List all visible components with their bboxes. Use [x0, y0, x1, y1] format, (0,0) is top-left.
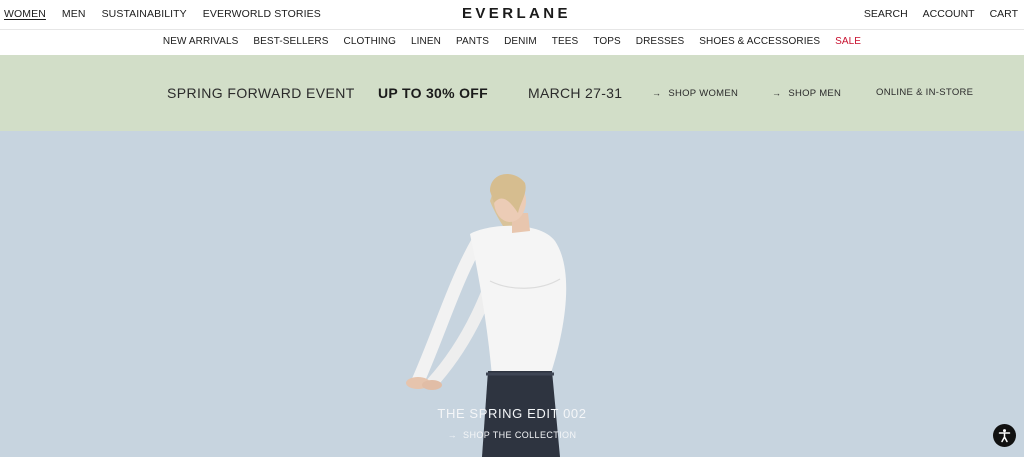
arrow-right-icon: → [652, 88, 662, 98]
accessibility-button[interactable] [993, 424, 1016, 447]
category-shoes-accessories[interactable]: SHOES & ACCESSORIES [699, 30, 820, 54]
nav-everworld-stories-link[interactable]: EVERWORLD STORIES [203, 0, 321, 29]
accessibility-icon [998, 429, 1011, 443]
arrow-right-icon: → [447, 430, 458, 440]
shop-men-label: SHOP MEN [788, 88, 842, 99]
nav-sustainability-link[interactable]: SUSTAINABILITY [102, 0, 187, 29]
category-tops[interactable]: TOPS [593, 30, 620, 54]
shop-men-link[interactable]: → SHOP MEN [772, 55, 841, 132]
category-dresses[interactable]: DRESSES [636, 30, 685, 54]
category-nav: NEW ARRIVALS BEST-SELLERS CLOTHING LINEN… [0, 30, 1024, 54]
nav-women-link[interactable]: WOMEN [4, 0, 46, 29]
shop-collection-link[interactable]: → SHOP THE COLLECTION [0, 430, 1024, 440]
category-tees[interactable]: TEES [552, 30, 579, 54]
search-link[interactable]: SEARCH [864, 0, 908, 29]
arrow-right-icon: → [772, 88, 782, 98]
category-clothing[interactable]: CLOTHING [344, 30, 396, 54]
category-new-arrivals[interactable]: NEW ARRIVALS [163, 30, 238, 54]
cart-link[interactable]: CART [990, 0, 1018, 29]
category-denim[interactable]: DENIM [504, 30, 537, 54]
shop-women-link[interactable]: → SHOP WOMEN [652, 55, 738, 132]
primary-nav: WOMEN MEN SUSTAINABILITY EVERWORLD STORI… [4, 0, 337, 29]
category-best-sellers[interactable]: BEST-SELLERS [253, 30, 328, 54]
promo-event-name: SPRING FORWARD EVENT [167, 85, 355, 101]
category-linen[interactable]: LINEN [411, 30, 441, 54]
shop-collection-label: SHOP THE COLLECTION [463, 430, 577, 440]
hero-title: THE SPRING EDIT 002 [437, 406, 587, 421]
promo-banner: SPRING FORWARD EVENT UP TO 30% OFF MARCH… [0, 55, 1024, 131]
promo-availability: ONLINE & IN-STORE [876, 87, 974, 98]
category-pants[interactable]: PANTS [456, 30, 489, 54]
logo[interactable]: EVERLANE [462, 5, 571, 22]
promo-discount: UP TO 30% OFF [378, 85, 488, 101]
promo-dates: MARCH 27-31 [528, 85, 623, 101]
top-bar: WOMEN MEN SUSTAINABILITY EVERWORLD STORI… [0, 0, 1024, 29]
account-link[interactable]: ACCOUNT [923, 0, 975, 29]
nav-men-link[interactable]: MEN [62, 0, 86, 29]
hero-banner[interactable]: THE SPRING EDIT 002 → SHOP THE COLLECTION [0, 131, 1024, 457]
shop-women-label: SHOP WOMEN [668, 88, 739, 99]
category-sale[interactable]: SALE [835, 30, 861, 54]
utility-nav: SEARCH ACCOUNT CART [849, 0, 1018, 29]
